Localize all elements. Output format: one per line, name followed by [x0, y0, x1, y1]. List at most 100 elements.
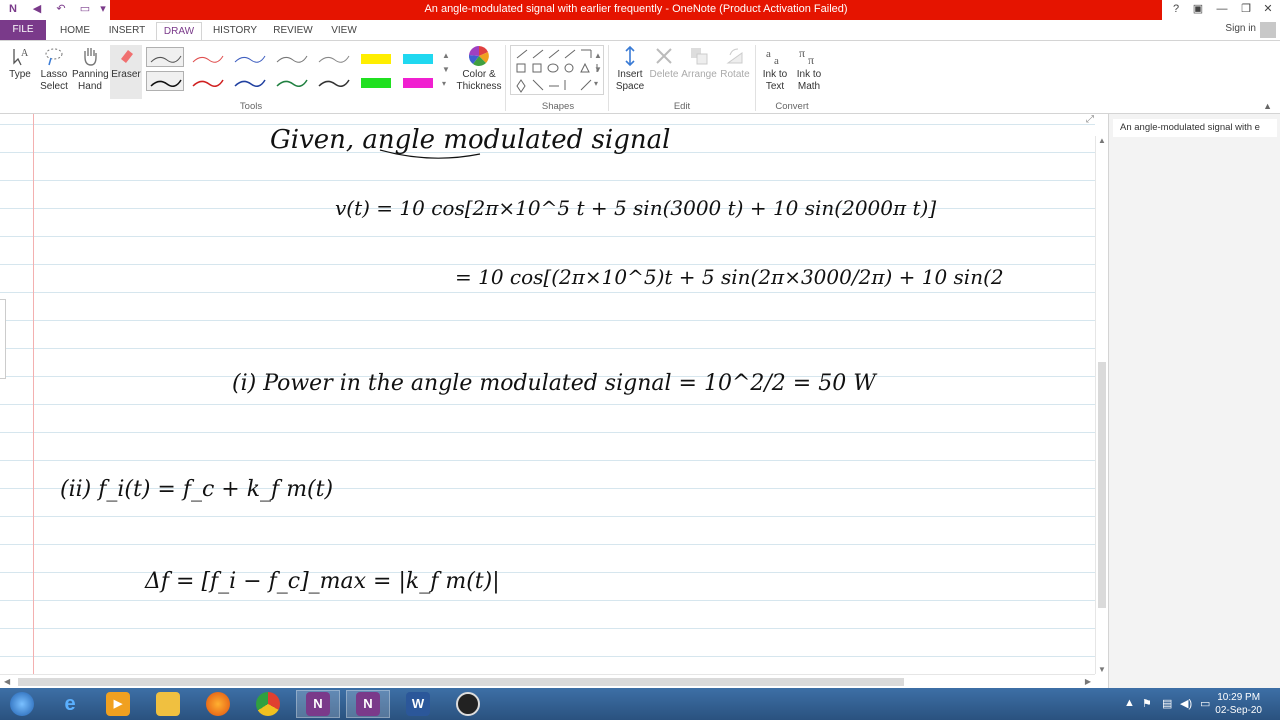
taskbar-clock[interactable]: 10:29 PM 02-Sep-20 [1215, 691, 1262, 717]
expand-icon[interactable]: ⤢ [1086, 114, 1094, 125]
pen-thin-blue[interactable] [230, 47, 268, 67]
start-button[interactable] [0, 690, 44, 718]
restore-button[interactable]: ❐ [1236, 2, 1256, 17]
customize-icon[interactable]: ▾ [96, 2, 110, 16]
ribbon-display-icon[interactable]: ▣ [1188, 2, 1208, 17]
taskbar-chrome[interactable] [246, 690, 290, 718]
panning-label-1: Panning [72, 69, 109, 80]
undo-icon[interactable]: ↶ [54, 2, 68, 16]
scroll-left-icon[interactable]: ◀ [4, 677, 10, 686]
pen-black[interactable] [146, 71, 184, 91]
taskbar-explorer[interactable] [146, 690, 190, 718]
arrange-button[interactable]: Arrange [680, 45, 718, 81]
tab-file[interactable]: FILE [0, 20, 46, 40]
ink-to-math-label-1: Ink to [796, 69, 822, 80]
tab-review[interactable]: REVIEW [268, 22, 318, 40]
tab-view[interactable]: VIEW [324, 22, 364, 40]
delete-button[interactable]: Delete [648, 45, 680, 81]
ink-to-math-button[interactable]: ππ Ink to Math [792, 45, 826, 93]
minimize-button[interactable]: — [1212, 2, 1232, 17]
taskbar-word[interactable]: W [396, 690, 440, 718]
insert-space-label-2: Space [615, 81, 645, 92]
pen-red[interactable] [188, 71, 226, 91]
clock-date: 02-Sep-20 [1215, 705, 1262, 716]
note-line-4: (i) Power in the angle modulated signal … [232, 371, 878, 396]
tray-network-icon[interactable]: ▤ [1162, 697, 1172, 710]
vertical-scrollbar[interactable]: ▲ ▼ [1095, 136, 1107, 674]
tab-history[interactable]: HISTORY [208, 22, 262, 40]
ink-to-text-label-1: Ink to [762, 69, 788, 80]
back-icon[interactable]: ◀ [30, 2, 44, 16]
highlighter-green[interactable] [356, 71, 394, 91]
taskbar-media-player[interactable]: ▶ [96, 690, 140, 718]
pi-icon: ππ [799, 46, 814, 67]
pen-thin-gray[interactable] [146, 47, 184, 67]
scroll-up-icon[interactable]: ▲ [1098, 136, 1106, 145]
eraser-icon [121, 50, 133, 63]
tab-home[interactable]: HOME [52, 22, 98, 40]
tab-draw[interactable]: DRAW [156, 22, 202, 40]
tools-group-label: Tools [239, 101, 263, 112]
tray-expand-icon[interactable]: ▲ [1124, 697, 1135, 709]
insert-space-button[interactable]: Insert Space [612, 45, 648, 93]
pen-thin-red[interactable] [188, 47, 226, 67]
gallery-scroll-icon[interactable]: ▲ ▼ ▾ [442, 49, 450, 91]
taskbar-obs[interactable] [446, 690, 490, 718]
scroll-right-icon[interactable]: ▶ [1085, 677, 1091, 686]
type-label: Type [9, 69, 31, 80]
tray-monitor-icon[interactable]: ▭ [1200, 697, 1210, 710]
onenote-window: N ◀ ↶ ▭ ▾ An angle-modulated signal with… [0, 0, 1280, 720]
eraser-button[interactable]: Eraser [110, 45, 142, 99]
rotate-icon [726, 48, 743, 64]
vertical-scroll-thumb[interactable] [1098, 362, 1106, 608]
page-item[interactable]: An angle-modulated signal with e [1113, 119, 1277, 137]
highlighter-cyan[interactable] [398, 47, 436, 67]
sign-in-link[interactable]: Sign in [1225, 23, 1256, 34]
horizontal-scrollbar[interactable]: ◀ ▶ [0, 674, 1095, 688]
ribbon-tabs: FILE HOME INSERT DRAW HISTORY REVIEW VIE… [0, 20, 1280, 40]
collapse-ribbon-icon[interactable]: ▲ [1263, 101, 1272, 111]
taskbar-onenote[interactable]: N [296, 690, 340, 718]
svg-text:a: a [766, 48, 771, 60]
tray-volume-icon[interactable]: ◀) [1180, 697, 1192, 710]
taskbar-ie[interactable]: e [48, 690, 92, 718]
pen-dark[interactable] [314, 71, 352, 91]
separator [505, 45, 506, 111]
note-canvas[interactable]: Given, angle modulated signal v(t) = 10 … [0, 114, 1095, 674]
help-icon[interactable]: ? [1166, 2, 1186, 17]
svg-text:a: a [774, 55, 779, 67]
pen-blue[interactable] [230, 71, 268, 91]
separator [755, 45, 756, 111]
delete-label: Delete [649, 69, 679, 80]
pen-thin-black[interactable] [314, 47, 352, 67]
highlighter-magenta[interactable] [398, 71, 436, 91]
shapes-scroll-icon[interactable]: ▲ ▼ ▾ [594, 49, 602, 91]
type-button[interactable]: A Type [4, 45, 36, 81]
taskbar-firefox[interactable] [196, 690, 240, 718]
shapes-group-label: Shapes [541, 101, 575, 112]
close-button[interactable]: ✕ [1258, 2, 1278, 17]
highlighter-yellow[interactable] [356, 47, 394, 67]
dock-icon[interactable]: ▭ [78, 2, 92, 16]
panning-label-2: Hand [78, 81, 102, 92]
tab-insert[interactable]: INSERT [104, 22, 150, 40]
eraser-label: Eraser [111, 69, 141, 80]
folder-icon [156, 692, 180, 716]
horizontal-scroll-thumb[interactable] [18, 678, 904, 686]
pen-green[interactable] [272, 71, 310, 91]
note-line-6: Δf = [f_i − f_c]_max = |k_f m(t)| [144, 569, 500, 594]
ink-to-text-button[interactable]: aa Ink to Text [758, 45, 792, 93]
avatar-icon[interactable] [1260, 22, 1276, 38]
color-thickness-button[interactable]: Color & Thickness [456, 45, 502, 93]
rotate-button[interactable]: Rotate [718, 45, 752, 81]
tray-flag-icon[interactable]: ⚑ [1142, 697, 1152, 710]
note-line-3: = 10 cos[(2π×10^5)t + 5 sin(2π×3000/2π) … [455, 265, 1004, 289]
ribbon: A Type Lasso Select Panning Hand Eraser [0, 40, 1280, 114]
shapes-gallery[interactable] [510, 45, 604, 95]
scroll-down-icon[interactable]: ▼ [1098, 665, 1106, 674]
panning-hand-button[interactable]: Panning Hand [72, 45, 109, 93]
taskbar-onenote-2[interactable]: N [346, 690, 390, 718]
pen-thin-green[interactable] [272, 47, 310, 67]
lasso-select-button[interactable]: Lasso Select [38, 45, 70, 93]
taskbar: e ▶ N N W ▲ ⚑ ▤ ◀) ▭ 10:29 PM 02-Sep-20 [0, 688, 1280, 720]
